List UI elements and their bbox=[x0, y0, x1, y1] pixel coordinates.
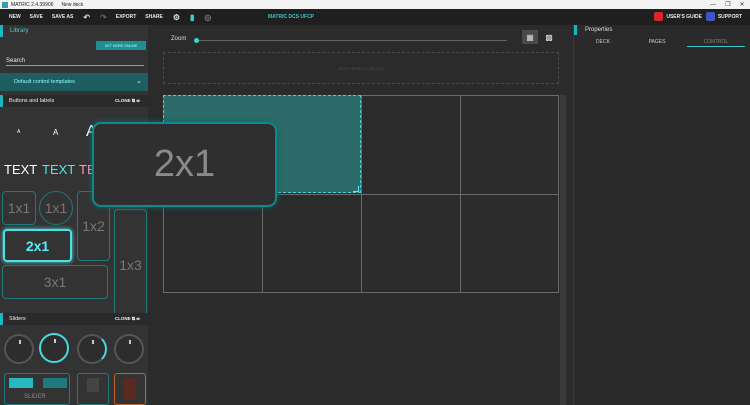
knob-3[interactable] bbox=[77, 334, 107, 364]
search-input[interactable]: Search bbox=[6, 56, 144, 66]
save-button[interactable]: SAVE bbox=[30, 14, 43, 20]
text-white[interactable]: TEXT bbox=[4, 162, 37, 177]
save-as-button[interactable]: SAVE AS bbox=[52, 14, 73, 20]
grid-view-button[interactable]: ▦ bbox=[522, 30, 538, 44]
share-button[interactable]: SHARE bbox=[145, 14, 163, 20]
users-guide-label: USER'S GUIDE bbox=[666, 13, 702, 20]
minimize-button[interactable]: — bbox=[706, 0, 720, 9]
slider-fill-2 bbox=[43, 378, 67, 388]
zoom-slider-handle[interactable] bbox=[194, 38, 199, 43]
library-title: Library bbox=[0, 25, 148, 37]
tile-1x1-round[interactable]: 1x1 bbox=[39, 191, 73, 225]
drag-preview-2x1[interactable]: 2x1 bbox=[92, 122, 277, 207]
templates-label: Default control templates bbox=[14, 79, 75, 85]
properties-title: Properties bbox=[574, 25, 750, 35]
new-button[interactable]: NEW bbox=[9, 14, 21, 20]
tab-deck[interactable]: DECK bbox=[574, 38, 632, 47]
chevron-down-icon: ⌄ bbox=[136, 78, 142, 85]
support-button[interactable]: SUPPORT bbox=[705, 12, 742, 21]
get-more-online-button[interactable]: GET MORE ONLINE bbox=[96, 41, 146, 50]
layout-view-button[interactable]: ▩ bbox=[541, 30, 557, 44]
redo-icon[interactable]: ↷ bbox=[100, 13, 107, 22]
slider-thumb bbox=[124, 378, 136, 400]
label-small-a[interactable]: A bbox=[17, 129, 20, 135]
slider-thumb bbox=[87, 378, 99, 392]
tab-pages[interactable]: PAGES bbox=[628, 38, 686, 47]
slider-orange[interactable] bbox=[114, 373, 146, 405]
vertical-scrollbar[interactable] bbox=[560, 95, 566, 405]
guide-icon bbox=[654, 12, 664, 21]
deck-title: MATRIC DCS UFCP bbox=[268, 14, 315, 20]
resize-handle-icon[interactable] bbox=[353, 186, 359, 192]
users-guide-button[interactable]: USER'S GUIDE bbox=[654, 12, 702, 21]
close-window-button[interactable]: ✕ bbox=[735, 0, 749, 9]
sliders-gallery: SLIDER bbox=[0, 327, 148, 405]
support-label: SUPPORT bbox=[717, 13, 742, 20]
document-name: New deck bbox=[61, 1, 84, 8]
tile-3x1[interactable]: 3x1 bbox=[2, 265, 108, 299]
tab-control[interactable]: CONTROL bbox=[687, 38, 745, 47]
slider-vertical[interactable] bbox=[77, 373, 109, 405]
knob-1[interactable] bbox=[4, 334, 34, 364]
slider-fill bbox=[9, 378, 33, 388]
globe-icon[interactable]: ◎ bbox=[204, 13, 211, 22]
section-buttons-labels: Buttons and labels CLONE ⧉ ⇨ bbox=[0, 95, 148, 107]
knob-4[interactable] bbox=[114, 334, 144, 364]
knob-pointer-icon bbox=[92, 340, 94, 344]
templates-dropdown[interactable]: Default control templates ⌄ bbox=[0, 73, 148, 91]
knob-2[interactable] bbox=[39, 333, 69, 363]
slider-label: SLIDER bbox=[24, 394, 46, 400]
tile-1x3[interactable]: 1x3 bbox=[114, 209, 147, 321]
label-medium-a[interactable]: A bbox=[53, 128, 58, 137]
delete-drop-zone[interactable]: DROP HERE TO DELETE bbox=[163, 52, 559, 84]
tile-1x1-square[interactable]: 1x1 bbox=[2, 191, 36, 225]
window-title-bar: MATRIC 2.4.39906 New deck — ❐ ✕ bbox=[0, 0, 750, 9]
knob-pointer-icon bbox=[19, 340, 21, 344]
app-logo-icon bbox=[2, 1, 8, 8]
section-label: Sliders bbox=[9, 316, 26, 322]
tile-2x1-selected[interactable]: 2x1 bbox=[3, 229, 72, 262]
knob-pointer-icon bbox=[129, 340, 131, 344]
section-label: Buttons and labels bbox=[9, 98, 55, 104]
properties-panel: Properties DECK PAGES CONTROL bbox=[573, 25, 750, 405]
export-button[interactable]: EXPORT bbox=[116, 14, 137, 20]
undo-icon[interactable]: ↶ bbox=[83, 13, 90, 22]
clone-button[interactable]: CLONE ⧉ ⇨ bbox=[115, 95, 140, 107]
device-icon[interactable]: ▮ bbox=[190, 13, 194, 22]
main-toolbar: NEW SAVE SAVE AS ↶ ↷ EXPORT SHARE ⚙ ▮ ◎ … bbox=[0, 9, 750, 25]
library-panel: Library GET MORE ONLINE Search Default c… bbox=[0, 25, 148, 405]
knob-pointer-icon bbox=[54, 339, 56, 343]
maximize-button[interactable]: ❐ bbox=[721, 0, 735, 9]
text-cyan[interactable]: TEXT bbox=[42, 162, 75, 177]
gear-icon[interactable]: ⚙ bbox=[173, 13, 180, 22]
app-name: MATRIC 2.4.39906 bbox=[11, 1, 54, 8]
slider-horizontal[interactable]: SLIDER bbox=[4, 373, 70, 405]
section-sliders: Sliders CLONE ⧉ ⇨ bbox=[0, 313, 148, 325]
zoom-slider[interactable] bbox=[197, 40, 507, 41]
discord-icon bbox=[705, 12, 715, 21]
clone-button[interactable]: CLONE ⧉ ⇨ bbox=[115, 313, 140, 325]
zoom-label: Zoom bbox=[171, 36, 187, 42]
